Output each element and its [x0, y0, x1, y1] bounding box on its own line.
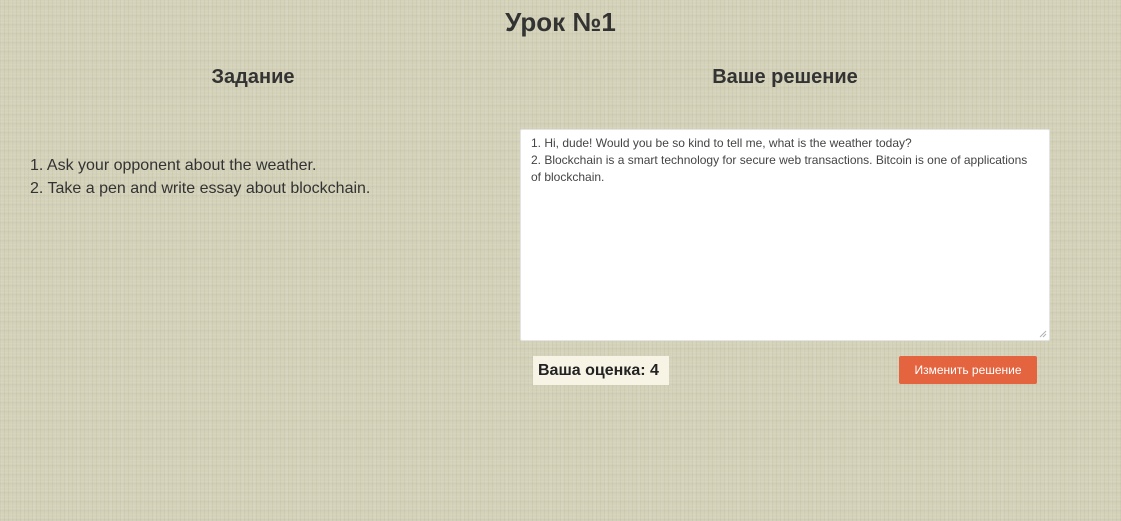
- change-solution-button[interactable]: Изменить решение: [899, 356, 1037, 384]
- task-item: 2. Take a pen and write essay about bloc…: [30, 180, 371, 197]
- solution-textarea[interactable]: 1. Hi, dude! Would you be so kind to tel…: [520, 129, 1050, 341]
- resize-grip-icon[interactable]: [1039, 330, 1047, 338]
- solution-heading: Ваше решение: [712, 66, 858, 88]
- grade-badge: Ваша оценка: 4: [533, 356, 669, 385]
- task-item: 1. Ask your opponent about the weather.: [30, 157, 317, 174]
- task-list: 1. Ask your opponent about the weather. …: [30, 154, 490, 200]
- solution-line: 2. Blockchain is a smart technology for …: [531, 153, 1028, 184]
- page-title: Урок №1: [505, 7, 616, 37]
- task-heading: Задание: [211, 66, 295, 88]
- solution-line: 1. Hi, dude! Would you be so kind to tel…: [531, 136, 912, 150]
